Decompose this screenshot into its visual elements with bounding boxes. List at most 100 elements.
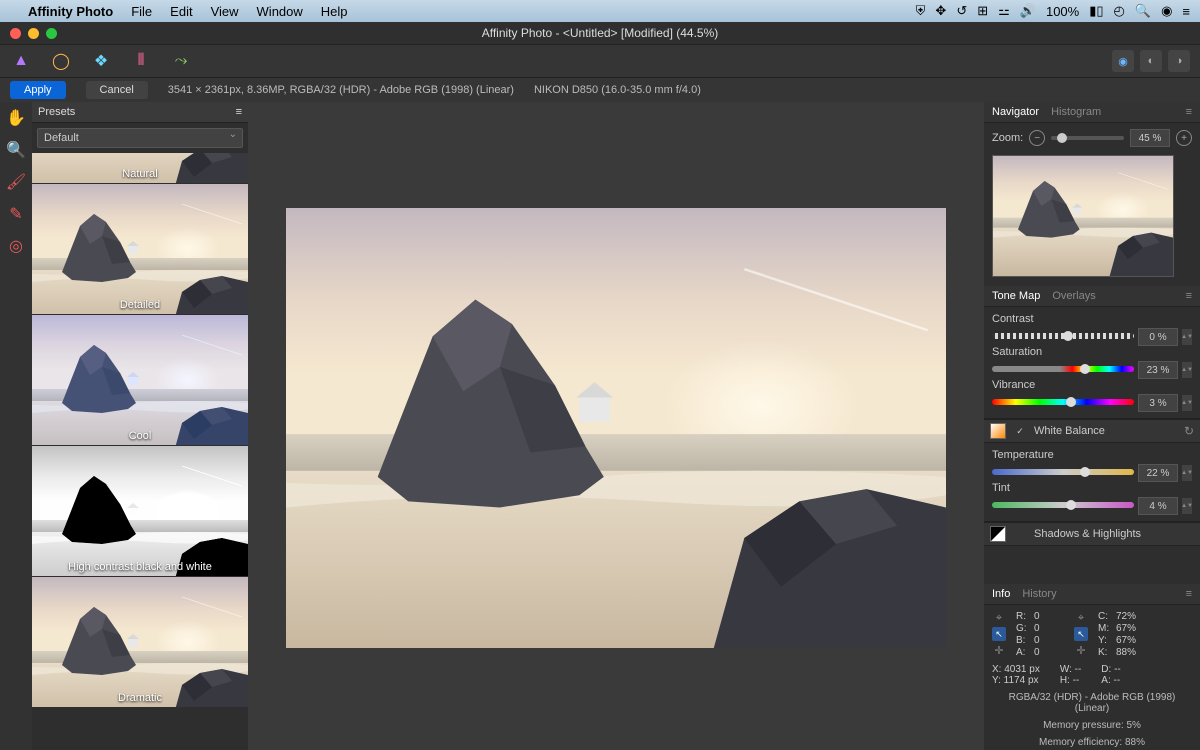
wb-reset-icon[interactable]: ↻ <box>1184 424 1194 438</box>
target-icon: ⌖ <box>1074 611 1088 625</box>
menu-file[interactable]: File <box>131 4 152 19</box>
crosshair-icon: ✛ <box>1074 643 1088 657</box>
tint-value[interactable]: 4 % <box>1138 497 1178 515</box>
preset-category-select[interactable]: Default <box>37 128 243 148</box>
tint-label: Tint <box>992 482 1192 494</box>
overlay-erase-tool[interactable]: ✎ <box>5 203 27 225</box>
zoom-in-button[interactable]: + <box>1176 130 1192 146</box>
info-y-label: Y: <box>1098 635 1112 646</box>
sh-enable-checkbox[interactable] <box>1014 528 1026 540</box>
tiles-icon[interactable]: ⊞ <box>977 3 988 19</box>
vibrance-label: Vibrance <box>992 379 1192 391</box>
info-b-value: 0 <box>1034 635 1054 646</box>
macos-menubar: Affinity Photo File Edit View Window Hel… <box>0 0 1200 22</box>
liquify-persona-icon[interactable]: ◯ <box>50 50 72 72</box>
preset-dramatic[interactable]: Dramatic <box>32 577 248 707</box>
tab-info[interactable]: Info <box>992 588 1010 600</box>
saturation-slider[interactable] <box>992 366 1134 372</box>
document-canvas[interactable] <box>248 102 984 750</box>
document-image <box>286 208 946 648</box>
tab-history[interactable]: History <box>1022 588 1056 600</box>
volume-icon[interactable]: 🔊 <box>1020 3 1036 19</box>
preset-detailed[interactable]: Detailed <box>32 184 248 314</box>
saturation-stepper[interactable]: ▲▼ <box>1182 362 1192 378</box>
navigator-thumbnail[interactable] <box>992 155 1174 277</box>
hand-tool[interactable]: ✋ <box>5 107 27 129</box>
develop-persona-icon[interactable]: ❖ <box>90 50 112 72</box>
search-icon[interactable]: 🔍 <box>1135 3 1151 19</box>
wifi-icon[interactable]: ⚍ <box>998 3 1010 19</box>
menu-window[interactable]: Window <box>257 4 303 19</box>
info-m-value: 67% <box>1116 623 1146 634</box>
zoom-out-button[interactable]: − <box>1029 130 1045 146</box>
menu-view[interactable]: View <box>211 4 239 19</box>
presets-menu-icon[interactable]: ≡ <box>236 106 242 118</box>
tab-histogram[interactable]: Histogram <box>1051 106 1101 118</box>
preset-label: Detailed <box>32 299 248 311</box>
picker-icon[interactable]: ↖ <box>992 627 1006 641</box>
info-a-label: A: <box>1016 647 1030 658</box>
tint-stepper[interactable]: ▲▼ <box>1182 498 1192 514</box>
info-x: X: 4031 px <box>992 664 1040 675</box>
preset-natural[interactable]: Natural <box>32 153 248 183</box>
puzzle-icon[interactable]: ✥ <box>935 3 946 19</box>
preset-cool[interactable]: Cool <box>32 315 248 445</box>
menu-edit[interactable]: Edit <box>170 4 192 19</box>
photo-persona-icon[interactable]: ▲ <box>10 50 32 72</box>
siri-icon[interactable]: ◉ <box>1161 3 1172 19</box>
tint-slider[interactable] <box>992 502 1134 508</box>
shadows-highlights-section[interactable]: Shadows & Highlights <box>984 522 1200 546</box>
battery-icon[interactable]: ▮▯ <box>1089 3 1103 19</box>
info-y: Y: 1174 px <box>992 675 1040 686</box>
tab-navigator[interactable]: Navigator <box>992 106 1039 118</box>
view-mode-1-icon[interactable]: ◉ <box>1112 50 1134 72</box>
white-balance-section[interactable]: ✓ White Balance ↻ <box>984 419 1200 443</box>
contrast-value[interactable]: 0 % <box>1138 328 1178 346</box>
overlay-paint-tool[interactable]: 🖌 <box>5 171 27 193</box>
info-k-value: 88% <box>1116 647 1146 658</box>
picker-icon[interactable]: ↖ <box>1074 627 1088 641</box>
presets-title: Presets <box>38 106 75 118</box>
zoom-value[interactable]: 45 % <box>1130 129 1170 147</box>
tab-tone-map[interactable]: Tone Map <box>992 290 1040 302</box>
info-k-label: K: <box>1098 647 1112 658</box>
panel-menu-icon[interactable]: ≡ <box>1186 290 1192 302</box>
temperature-label: Temperature <box>992 449 1192 461</box>
camera-info: NIKON D850 (16.0-35.0 mm f/4.0) <box>534 84 701 96</box>
zoom-tool[interactable]: 🔍 <box>5 139 27 161</box>
export-persona-icon[interactable]: ⤳ <box>170 50 192 72</box>
menu-help[interactable]: Help <box>321 4 348 19</box>
contrast-slider[interactable] <box>992 333 1134 339</box>
list-icon[interactable]: ≡ <box>1182 4 1190 19</box>
wb-enable-checkbox[interactable]: ✓ <box>1014 425 1026 437</box>
vibrance-slider[interactable] <box>992 399 1134 405</box>
history-icon[interactable]: ↺ <box>956 3 967 19</box>
apply-button[interactable]: Apply <box>10 81 66 99</box>
temperature-stepper[interactable]: ▲▼ <box>1182 465 1192 481</box>
view-mode-3-icon[interactable]: ◑ <box>1168 50 1190 72</box>
tone-mapping-persona-icon[interactable]: ⦀ <box>130 50 152 72</box>
contrast-stepper[interactable]: ▲▼ <box>1182 329 1192 345</box>
panel-menu-icon[interactable]: ≡ <box>1186 106 1192 118</box>
info-c-value: 72% <box>1116 611 1146 622</box>
temperature-value[interactable]: 22 % <box>1138 464 1178 482</box>
info-c-label: C: <box>1098 611 1112 622</box>
saturation-value[interactable]: 23 % <box>1138 361 1178 379</box>
window-titlebar: Affinity Photo - <Untitled> [Modified] (… <box>0 22 1200 44</box>
zoom-slider[interactable] <box>1051 136 1124 140</box>
info-r-label: R: <box>1016 611 1030 622</box>
cancel-button[interactable]: Cancel <box>86 81 148 99</box>
view-mode-2-icon[interactable]: ◐ <box>1140 50 1162 72</box>
temperature-slider[interactable] <box>992 469 1134 475</box>
clock-icon[interactable]: ◴ <box>1114 3 1125 19</box>
overlay-gradient-tool[interactable]: ◎ <box>5 235 27 257</box>
panel-menu-icon[interactable]: ≡ <box>1186 588 1192 600</box>
window-title: Affinity Photo - <Untitled> [Modified] (… <box>0 26 1200 40</box>
tab-overlays[interactable]: Overlays <box>1052 290 1095 302</box>
vibrance-stepper[interactable]: ▲▼ <box>1182 395 1192 411</box>
app-menu[interactable]: Affinity Photo <box>28 4 113 19</box>
wb-swatch-icon <box>990 423 1006 439</box>
vibrance-value[interactable]: 3 % <box>1138 394 1178 412</box>
preset-bw[interactable]: High contrast black and white <box>32 446 248 576</box>
shield-icon[interactable]: ⛨ <box>916 3 926 19</box>
